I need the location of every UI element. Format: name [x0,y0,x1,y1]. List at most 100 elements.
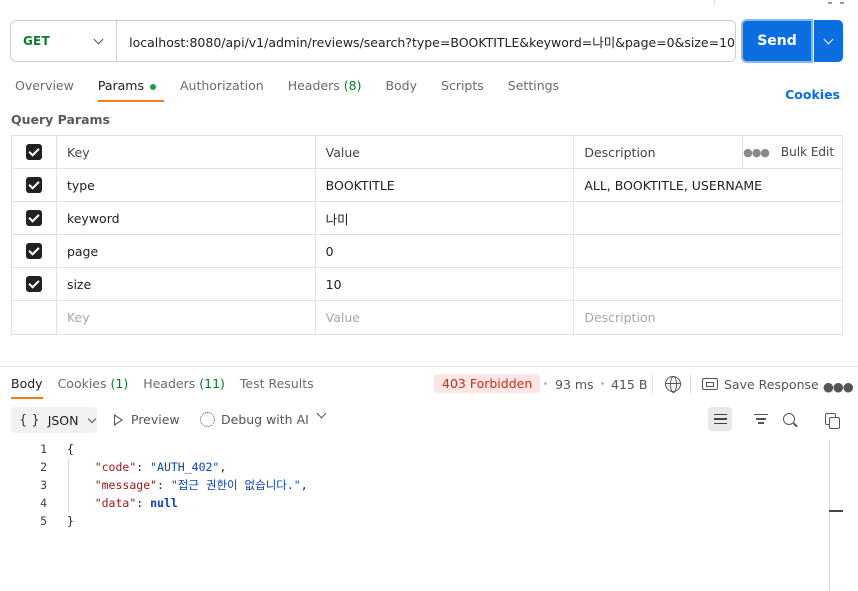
row-checkbox-cell[interactable] [12,202,57,234]
checkbox[interactable] [25,144,42,160]
headers-count: (11) [199,376,225,391]
response-divider [0,366,858,367]
row-checkbox-cell[interactable] [12,169,57,201]
tab-response-headers[interactable]: Headers (11) [143,376,225,398]
preview-button[interactable]: Preview [114,412,180,427]
send-options-button[interactable] [814,20,843,62]
cookies-link[interactable]: Cookies [785,87,840,102]
line-number: 1 [40,442,47,456]
param-value[interactable]: BOOKTITLE [316,169,575,201]
filter-button[interactable] [749,407,773,431]
checkbox[interactable] [25,210,42,226]
checkbox[interactable] [25,276,42,292]
param-description[interactable] [574,202,842,234]
globe-icon[interactable] [665,376,681,393]
response-body-editor[interactable]: 1 { 2 "code": "AUTH_402", 3 "message": "… [0,440,830,530]
method-label: GET [23,34,50,48]
send-button[interactable]: Send [741,19,813,63]
tab-response-body[interactable]: Body [11,376,43,399]
top-fragment [840,2,844,4]
param-value[interactable]: 나미 [316,202,575,234]
save-response-button[interactable]: Save Response [724,377,819,392]
checkbox[interactable] [25,177,42,193]
json-value: "AUTH_402" [150,460,220,474]
response-time[interactable]: 93 ms [555,377,594,392]
more-options-icon[interactable]: ●●● [823,379,854,394]
line-number: 3 [40,478,47,492]
wrap-lines-button[interactable] [708,407,732,431]
tab-label: Overview [15,78,74,93]
column-header-value: Value [316,136,575,168]
tab-label: Headers [287,78,340,93]
tab-label: Scripts [441,78,484,93]
copy-button[interactable] [818,407,842,431]
filter-icon [754,414,768,424]
search-button[interactable] [777,407,801,431]
scrollbar-track[interactable] [829,440,830,591]
code-text: "message": "접근 권한이 없습니다.", [94,478,308,492]
preview-label: Preview [131,412,180,427]
tab-params[interactable]: Params [97,78,165,102]
divider [690,374,691,394]
tab-settings[interactable]: Settings [508,78,559,101]
search-icon [783,413,795,425]
line-number: 2 [40,460,47,474]
tab-label: Authorization [179,78,264,93]
new-description-input[interactable]: Description [574,301,842,334]
bulk-edit-button[interactable]: ●●● Bulk Edit [743,136,842,168]
format-label: JSON [47,412,79,428]
tab-scripts[interactable]: Scripts [441,78,484,101]
cookies-count: (1) [110,376,129,391]
debug-with-ai-button[interactable]: Debug with AI [200,412,309,427]
tab-test-results[interactable]: Test Results [240,376,314,398]
param-key[interactable]: size [57,268,316,300]
row-checkbox-cell[interactable] [12,235,57,267]
checkbox[interactable] [25,243,42,259]
param-description[interactable]: ALL, BOOKTITLE, USERNAME [574,169,842,201]
line-number: 4 [40,496,47,510]
play-icon [114,413,123,426]
chevron-down-icon[interactable] [316,408,327,419]
param-description[interactable] [574,235,842,267]
top-divider [714,0,715,6]
param-key[interactable]: type [57,169,316,201]
tab-response-cookies[interactable]: Cookies (1) [58,376,129,398]
status-badge[interactable]: 403 Forbidden [434,374,541,393]
json-comma: , [300,478,308,492]
bulk-edit-label: Bulk Edit [780,145,835,159]
url-input[interactable]: localhost:8080/api/v1/admin/reviews/sear… [117,32,735,51]
json-key: "code" [94,460,137,474]
save-icon [702,378,718,390]
scrollbar-thumb[interactable] [829,510,843,512]
new-value-input[interactable]: Value [316,301,575,334]
debug-label: Debug with AI [221,412,309,427]
tab-headers[interactable]: Headers (8) [288,78,362,101]
param-value[interactable]: 10 [316,268,575,300]
indent-guide [68,458,69,512]
tab-label: Body [11,376,43,391]
chevron-down-icon [823,34,834,44]
code-text: "code": "AUTH_402", [94,460,227,474]
response-size[interactable]: 415 B [611,377,647,392]
table-row: keyword 나미 [12,202,842,235]
param-key[interactable]: page [57,235,316,267]
new-key-input[interactable]: Key [57,301,316,334]
headers-count: (8) [343,78,362,93]
param-value[interactable]: 0 [316,235,575,267]
param-description[interactable] [574,268,842,300]
ai-icon [200,412,215,427]
tab-label: Settings [507,78,560,93]
query-params-title: Query Params [11,112,110,127]
tab-body[interactable]: Body [385,78,417,101]
code-text: { [67,442,74,456]
request-bar: GET localhost:8080/api/v1/admin/reviews/… [10,20,736,62]
tab-overview[interactable]: Overview [15,78,74,101]
param-key[interactable]: keyword [57,202,316,234]
row-checkbox-cell[interactable] [12,268,57,300]
format-select[interactable]: { } JSON [11,407,97,433]
request-tabs: Overview Params Authorization Headers (8… [15,78,583,102]
method-select[interactable]: GET [11,21,118,61]
code-line: 3 "message": "접근 권한이 없습니다.", [0,476,830,494]
select-all-cell[interactable] [12,136,57,168]
tab-authorization[interactable]: Authorization [180,78,264,101]
